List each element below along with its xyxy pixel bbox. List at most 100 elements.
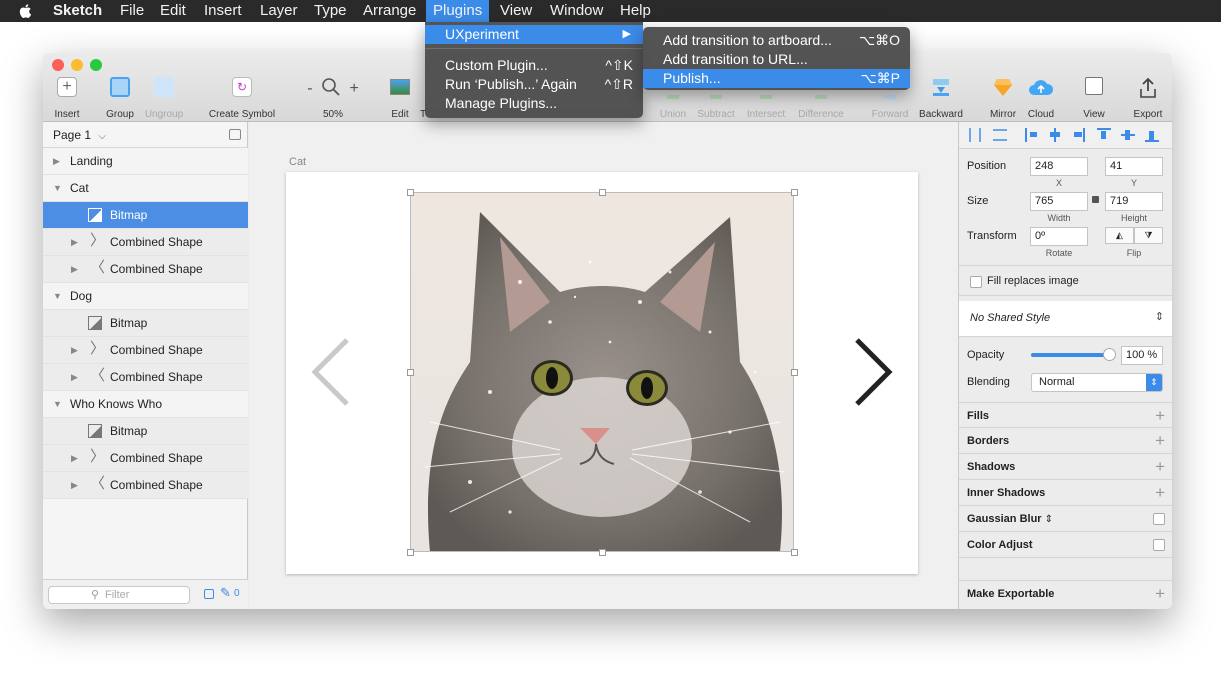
lock-icon[interactable] [1092,196,1099,203]
layer-row-landing[interactable]: ▶ Landing [43,148,248,175]
disclosure-closed-icon[interactable]: ▶ [71,445,78,472]
disclosure-open-icon[interactable]: ▼ [53,283,62,310]
menu-plugins[interactable]: Plugins [426,0,490,22]
align-bottom-icon[interactable] [1145,128,1159,142]
layer-row-bitmap[interactable]: Bitmap [43,418,248,445]
menu-layer[interactable]: Layer [253,0,305,22]
resize-handle-e[interactable] [791,369,798,376]
align-left-icon[interactable] [1025,128,1037,142]
disclosure-closed-icon[interactable]: ▶ [71,364,78,391]
layer-row-dog[interactable]: ▼ Dog [43,283,248,310]
layer-row-combined-shape[interactable]: ▶ 〉 Combined Shape [43,445,248,472]
position-y-field[interactable]: 41 [1105,157,1163,176]
layer-row-combined-shape[interactable]: ▶ 〉 Combined Shape [43,337,248,364]
menu-help[interactable]: Help [613,0,658,22]
height-field[interactable]: 719 [1105,192,1163,211]
make-exportable-section[interactable]: Make Exportable + [959,580,1172,606]
flip-vertical-button[interactable]: ⧩ [1134,227,1163,244]
filter-input[interactable]: ⚲ Filter [48,586,190,604]
layer-row-who-knows-who[interactable]: ▼ Who Knows Who [43,391,248,418]
fill-replaces-checkbox[interactable] [970,276,982,288]
shadows-section[interactable]: Shadows + [959,454,1172,480]
disclosure-closed-icon[interactable]: ▶ [71,472,78,499]
export-button[interactable]: Export [1133,77,1163,120]
layer-row-combined-shape[interactable]: ▶ 〉 Combined Shape [43,229,248,256]
ungroup-button[interactable]: Ungroup [145,77,183,120]
artboard-name[interactable]: Cat [289,156,306,168]
align-middle-v-icon[interactable] [1121,128,1135,142]
layer-row-combined-shape[interactable]: ▶ 〈 Combined Shape [43,256,248,283]
backward-button[interactable]: Backward [919,77,963,120]
distribute-vertical-icon[interactable] [993,129,1007,141]
menu-app-sketch[interactable]: Sketch [46,0,109,22]
add-border-icon[interactable]: + [1155,428,1165,454]
gaussian-blur-checkbox[interactable] [1153,513,1165,525]
align-center-h-icon[interactable] [1049,128,1061,142]
insert-button[interactable]: + Insert [52,77,82,120]
zoom-window-button[interactable] [90,59,102,71]
gaussian-blur-section[interactable]: Gaussian Blur ⇕ [959,506,1172,532]
updown-icon[interactable]: ⇕ [1045,514,1053,525]
menu-type[interactable]: Type [307,0,354,22]
disclosure-closed-icon[interactable]: ▶ [71,337,78,364]
add-inner-shadow-icon[interactable]: + [1155,480,1165,506]
resize-handle-w[interactable] [407,369,414,376]
menu-edit[interactable]: Edit [153,0,193,22]
position-x-field[interactable]: 248 [1030,157,1088,176]
flip-horizontal-button[interactable]: ◭ [1105,227,1134,244]
add-export-icon[interactable]: + [1155,581,1165,607]
layer-row-combined-shape[interactable]: ▶ 〈 Combined Shape [43,364,248,391]
color-adjust-checkbox[interactable] [1153,539,1165,551]
view-button[interactable]: View [1079,77,1109,120]
width-field[interactable]: 765 [1030,192,1088,211]
distribute-horizontal-icon[interactable] [969,128,981,142]
disclosure-open-icon[interactable]: ▼ [53,175,62,202]
resize-handle-ne[interactable] [791,189,798,196]
collapse-pages-icon[interactable] [229,129,241,140]
rotate-field[interactable]: 0º [1030,227,1088,246]
layer-row-combined-shape[interactable]: ▶ 〈 Combined Shape [43,472,248,499]
resize-handle-sw[interactable] [407,549,414,556]
zoom-in-button[interactable]: + [349,80,358,97]
layer-row-bitmap[interactable]: Bitmap [43,202,248,229]
resize-handle-se[interactable] [791,549,798,556]
resize-handle-s[interactable] [599,549,606,556]
menu-item-publish[interactable]: Publish... ⌥⌘P [643,69,910,88]
layer-row-cat[interactable]: ▼ Cat [43,175,248,202]
fills-section[interactable]: Fills + [959,402,1172,428]
edit-slices-icon[interactable]: ✎ [220,585,231,601]
disclosure-closed-icon[interactable]: ▶ [53,148,60,175]
page-selector[interactable]: Page 1 ⌵ [43,122,247,148]
apple-icon[interactable] [18,3,34,19]
opacity-slider-knob[interactable] [1103,348,1116,361]
shared-style-select[interactable]: No Shared Style ⇕ [959,301,1172,337]
menu-insert[interactable]: Insert [197,0,249,22]
opacity-slider[interactable] [1031,348,1116,361]
blending-select[interactable]: Normal ⇕ [1031,373,1163,392]
chevron-right-shape[interactable] [852,337,894,407]
artboard-cat[interactable] [286,172,918,574]
menu-arrange[interactable]: Arrange [356,0,423,22]
add-fill-icon[interactable]: + [1155,403,1165,429]
zoom-control[interactable]: - + 50% [305,77,361,120]
create-symbol-button[interactable]: ↻ Create Symbol [209,77,275,120]
inner-shadows-section[interactable]: Inner Shadows + [959,480,1172,506]
canvas[interactable]: Cat [249,122,959,609]
menu-item-uxperiment[interactable]: UXperiment ▶ [425,25,643,44]
layer-row-bitmap[interactable]: Bitmap [43,310,248,337]
color-adjust-section[interactable]: Color Adjust [959,532,1172,558]
menu-item-manage-plugins[interactable]: Manage Plugins... [425,94,643,113]
resize-handle-nw[interactable] [407,189,414,196]
menu-file[interactable]: File [113,0,151,22]
add-shadow-icon[interactable]: + [1155,454,1165,480]
resize-handle-n[interactable] [599,189,606,196]
menu-window[interactable]: Window [543,0,610,22]
disclosure-closed-icon[interactable]: ▶ [71,229,78,256]
menu-item-custom-plugin[interactable]: Custom Plugin... ^⇧K [425,56,643,75]
align-right-icon[interactable] [1073,128,1085,142]
copy-icon[interactable] [204,589,214,599]
cloud-button[interactable]: Cloud [1026,77,1056,120]
menu-item-run-again[interactable]: Run ‘Publish...’ Again ^⇧R [425,75,643,94]
close-window-button[interactable] [52,59,64,71]
disclosure-closed-icon[interactable]: ▶ [71,256,78,283]
